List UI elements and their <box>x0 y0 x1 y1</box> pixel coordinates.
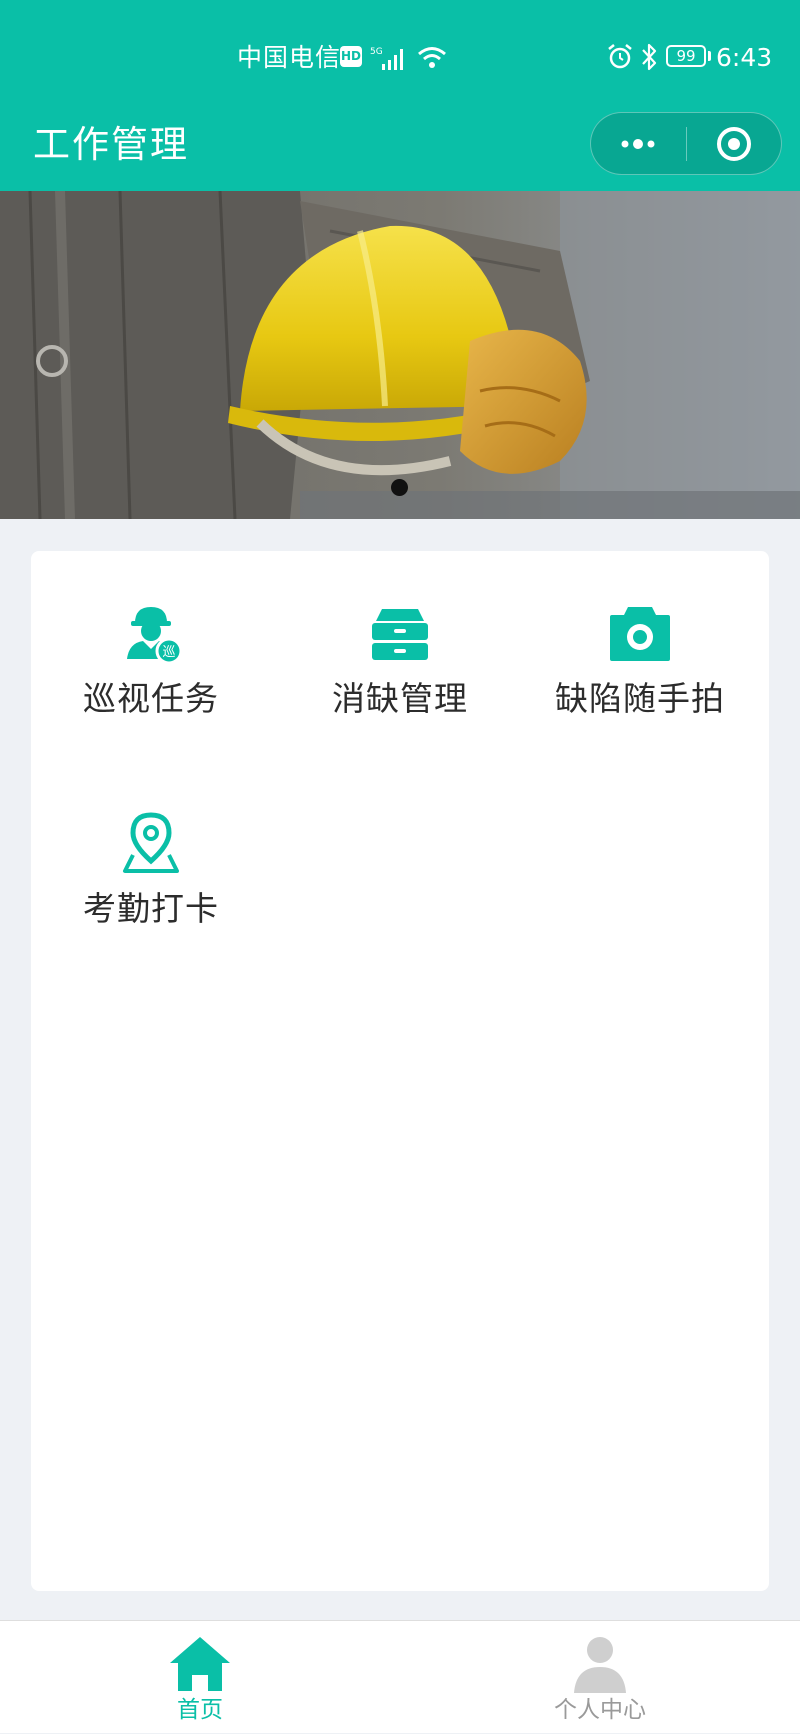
signal-icon: 5G <box>370 47 403 70</box>
menu-item-label: 消缺管理 <box>332 679 468 718</box>
menu-item-inspection-task[interactable]: 巡 巡视任务 <box>31 601 271 761</box>
more-icon[interactable] <box>615 129 661 159</box>
function-menu-card: 巡 巡视任务 消缺管理 缺陷随手拍 考勤打卡 <box>31 551 769 1591</box>
battery-indicator: 99 <box>666 45 706 67</box>
page-title: 工作管理 <box>33 123 189 166</box>
tab-home[interactable]: 首页 <box>0 1621 400 1734</box>
close-mini-program-icon[interactable] <box>715 125 753 163</box>
location-pin-icon <box>123 812 179 873</box>
tab-personal-center[interactable]: 个人中心 <box>400 1621 800 1734</box>
mini-program-capsule <box>590 112 782 175</box>
wifi-icon <box>418 47 446 68</box>
battery-nub <box>708 51 711 61</box>
status-time: 6:43 <box>716 43 773 72</box>
menu-item-defect-snapshot[interactable]: 缺陷随手拍 <box>520 601 760 761</box>
tab-label: 首页 <box>177 1697 223 1723</box>
menu-item-defect-elimination[interactable]: 消缺管理 <box>280 601 520 761</box>
alarm-icon <box>608 44 632 69</box>
bluetooth-icon <box>642 43 657 71</box>
carrier-name: 中国电信 <box>237 43 342 72</box>
tab-label: 个人中心 <box>554 1697 646 1723</box>
menu-item-label: 巡视任务 <box>83 679 219 718</box>
header: 中国电信 HD 5G 99 6:43 工作管理 <box>0 0 800 191</box>
menu-item-attendance[interactable]: 考勤打卡 <box>31 811 271 971</box>
drawer-cabinet-icon <box>372 609 428 660</box>
svg-text:5G: 5G <box>370 47 383 57</box>
home-icon <box>170 1637 230 1691</box>
status-bar: 中国电信 HD 5G 99 6:43 <box>0 0 800 116</box>
hd-badge: HD <box>340 46 362 67</box>
menu-item-label: 缺陷随手拍 <box>555 679 725 718</box>
person-icon <box>574 1637 626 1693</box>
banner-carousel[interactable] <box>0 191 800 519</box>
capsule-divider <box>686 127 687 161</box>
banner-image <box>0 191 800 519</box>
svg-text:巡: 巡 <box>162 645 175 660</box>
carousel-indicator-dot[interactable] <box>391 479 408 496</box>
camera-icon <box>610 607 670 661</box>
inspection-worker-icon: 巡 <box>127 607 183 665</box>
menu-item-label: 考勤打卡 <box>83 889 219 928</box>
bottom-tab-bar: 首页 个人中心 <box>0 1620 800 1733</box>
